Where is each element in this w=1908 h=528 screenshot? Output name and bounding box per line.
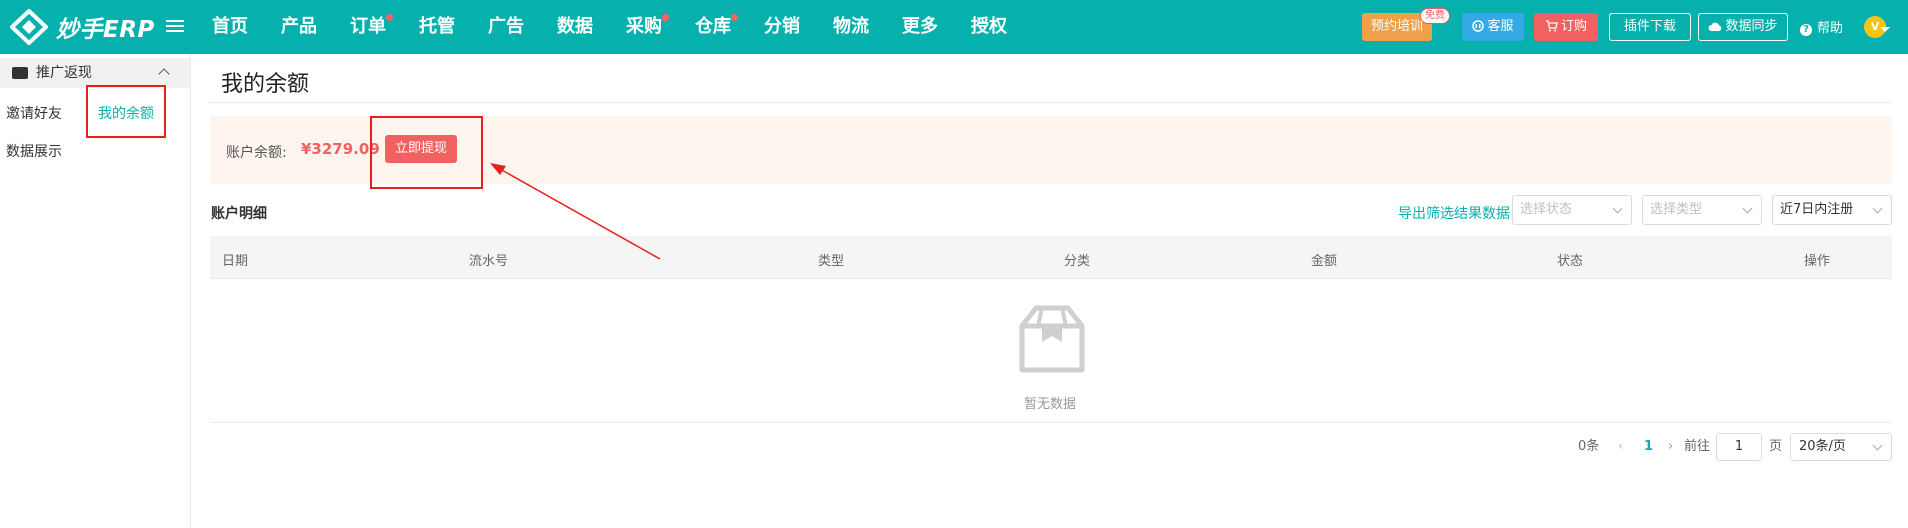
nav-item-home[interactable]: 首页 bbox=[196, 0, 265, 54]
sidebar-item-data-display[interactable]: 数据展示 bbox=[6, 141, 62, 161]
nav-item-logistics[interactable]: 物流 bbox=[817, 0, 886, 54]
column-header-category: 分类 bbox=[1064, 254, 1091, 269]
chevron-down-icon bbox=[1742, 203, 1753, 214]
pagination-total: 0条 bbox=[1578, 439, 1600, 454]
balance-label: 账户余额: bbox=[226, 145, 287, 161]
next-page-icon[interactable]: › bbox=[1668, 432, 1673, 462]
chevron-down-icon bbox=[1872, 203, 1883, 214]
divider bbox=[209, 102, 1891, 103]
sidebar-item-invite-friends[interactable]: 邀请好友 bbox=[6, 103, 62, 123]
nav-item-products[interactable]: 产品 bbox=[265, 0, 334, 54]
data-sync-button[interactable]: 数据同步 bbox=[1698, 13, 1788, 41]
nav-item-purchase[interactable]: 采购 bbox=[610, 0, 679, 54]
chevron-down-icon bbox=[1880, 27, 1890, 32]
help-icon: ? bbox=[1800, 24, 1812, 36]
page-unit-label: 页 bbox=[1769, 439, 1783, 454]
cloud-icon bbox=[1708, 22, 1722, 31]
nav-item-ads[interactable]: 广告 bbox=[472, 0, 541, 54]
column-header-type: 类型 bbox=[818, 254, 845, 269]
type-select[interactable]: 选择类型 bbox=[1642, 195, 1762, 225]
nav-item-more[interactable]: 更多 bbox=[886, 0, 955, 54]
goto-label: 前往 bbox=[1684, 439, 1711, 454]
export-link[interactable]: 导出筛选结果数据 bbox=[1398, 203, 1510, 223]
logo-text: 妙手ERP bbox=[56, 17, 155, 43]
page-size-select[interactable]: 20条/页 bbox=[1790, 433, 1892, 461]
main-nav: 首页 产品 订单 托管 广告 数据 采购 仓库 分销 物流 更多 授权 bbox=[196, 0, 1024, 54]
highlight-box bbox=[370, 116, 483, 189]
notification-dot bbox=[386, 14, 393, 21]
menu-toggle-icon[interactable] bbox=[166, 17, 184, 37]
table-header: 日期 流水号 类型 分类 金额 状态 操作 bbox=[210, 236, 1892, 279]
logo-icon bbox=[10, 9, 48, 45]
order-button[interactable]: 订购 bbox=[1534, 13, 1598, 41]
notification-dot bbox=[731, 14, 738, 21]
headset-icon bbox=[1472, 20, 1485, 32]
page-title: 我的余额 bbox=[221, 72, 310, 97]
column-header-amount: 金额 bbox=[1311, 254, 1338, 269]
chevron-up-icon bbox=[158, 68, 170, 80]
nav-item-orders[interactable]: 订单 bbox=[334, 0, 403, 54]
divider bbox=[210, 422, 1892, 423]
date-range-select[interactable]: 近7日内注册 bbox=[1772, 195, 1892, 225]
wallet-icon bbox=[12, 67, 28, 79]
nav-item-distribution[interactable]: 分销 bbox=[748, 0, 817, 54]
status-select[interactable]: 选择状态 bbox=[1512, 195, 1632, 225]
sidebar-group-referral[interactable]: 推广返现 bbox=[0, 58, 190, 88]
app-logo[interactable]: 妙手ERP bbox=[10, 9, 155, 45]
empty-state-text: 暂无数据 bbox=[1024, 397, 1077, 412]
nav-item-hosting[interactable]: 托管 bbox=[403, 0, 472, 54]
free-badge: 免费 bbox=[1420, 8, 1450, 24]
chevron-down-icon bbox=[1612, 203, 1623, 214]
goto-page-input[interactable]: 1 bbox=[1716, 433, 1762, 461]
top-navbar: 妙手ERP 首页 产品 订单 托管 广告 数据 采购 仓库 分销 物流 更多 授… bbox=[0, 0, 1908, 54]
chevron-down-icon bbox=[1872, 440, 1883, 451]
highlight-box bbox=[86, 85, 166, 138]
column-header-actions: 操作 bbox=[1804, 254, 1831, 269]
balance-value: ¥3279.09 bbox=[301, 140, 380, 158]
nav-item-authorize[interactable]: 授权 bbox=[955, 0, 1024, 54]
help-link[interactable]: ? 帮助 bbox=[1800, 17, 1843, 36]
cart-icon bbox=[1545, 20, 1558, 32]
notification-dot bbox=[662, 14, 669, 21]
customer-service-button[interactable]: 客服 bbox=[1462, 13, 1524, 41]
column-header-date: 日期 bbox=[222, 254, 249, 269]
column-header-status: 状态 bbox=[1557, 254, 1584, 269]
page-number-current[interactable]: 1 bbox=[1644, 432, 1653, 462]
plugin-download-button[interactable]: 插件下载 bbox=[1609, 13, 1691, 41]
column-header-serial: 流水号 bbox=[469, 254, 509, 269]
nav-item-warehouse[interactable]: 仓库 bbox=[679, 0, 748, 54]
section-title: 账户明细 bbox=[211, 206, 267, 222]
nav-item-data[interactable]: 数据 bbox=[541, 0, 610, 54]
prev-page-icon[interactable]: ‹ bbox=[1618, 432, 1623, 462]
empty-box-icon bbox=[1019, 305, 1085, 373]
